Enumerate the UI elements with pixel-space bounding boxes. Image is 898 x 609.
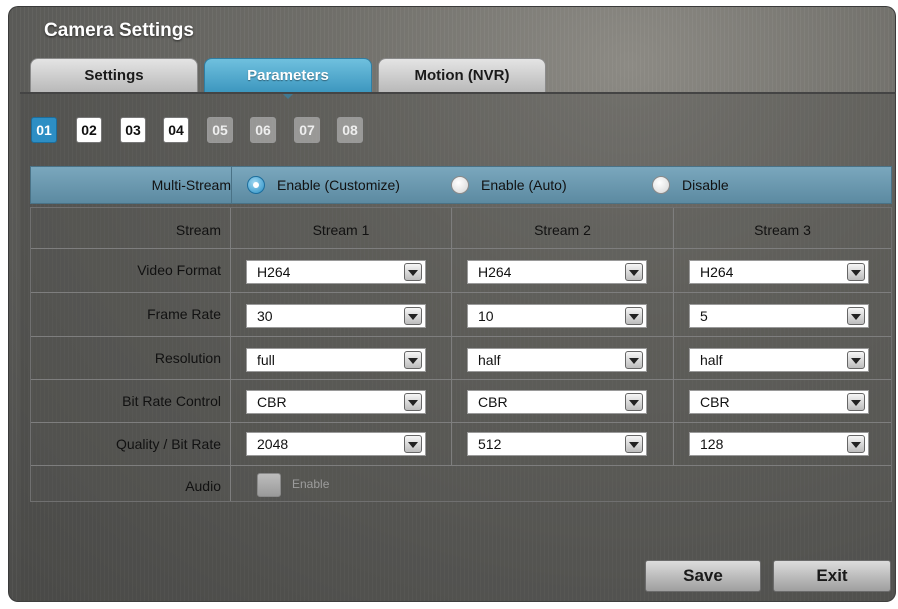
select-value: 30 [257, 308, 273, 324]
dropdown-arrow-icon[interactable] [625, 307, 643, 325]
dropdown-arrow-icon[interactable] [625, 351, 643, 369]
resolution-select-stream-1[interactable]: full [246, 348, 426, 372]
stream-header-label: Stream [175, 222, 221, 238]
audio-enable-label: Enable [292, 477, 330, 491]
dropdown-arrow-icon[interactable] [847, 307, 865, 325]
row-divider [31, 379, 891, 380]
dropdown-arrow-icon[interactable] [404, 307, 422, 325]
camera-button-02[interactable]: 02 [76, 117, 102, 143]
radio-enable-customize[interactable]: Enable (Customize) [247, 175, 400, 195]
stream-3-header: Stream 3 [754, 222, 811, 238]
dropdown-arrow-icon[interactable] [847, 435, 865, 453]
row-label-frame-rate: Frame Rate [147, 306, 221, 322]
camera-button-08[interactable]: 08 [337, 117, 363, 143]
stream-2-header: Stream 2 [534, 222, 591, 238]
multistream-row: Multi-Stream Enable (Customize) Enable (… [30, 166, 892, 204]
stream-1-header: Stream 1 [312, 222, 370, 238]
camera-button-07[interactable]: 07 [294, 117, 320, 143]
camera-button-03[interactable]: 03 [120, 117, 146, 143]
audio-enable-checkbox[interactable] [257, 473, 281, 497]
tab-motion-nvr[interactable]: Motion (NVR) [378, 58, 546, 92]
select-value: CBR [700, 394, 730, 410]
camera-button-05[interactable]: 05 [207, 117, 233, 143]
select-value: H264 [257, 264, 291, 280]
quality-bit-rate-select-stream-2[interactable]: 512 [467, 432, 647, 456]
quality-bit-rate-select-stream-1[interactable]: 2048 [246, 432, 426, 456]
row-label-quality-bit-rate: Quality / Bit Rate [115, 436, 221, 452]
bit-rate-control-select-stream-1[interactable]: CBR [246, 390, 426, 414]
dropdown-arrow-icon[interactable] [404, 351, 422, 369]
bit-rate-control-select-stream-3[interactable]: CBR [689, 390, 869, 414]
select-value: H264 [478, 264, 512, 280]
dropdown-arrow-icon[interactable] [847, 393, 865, 411]
select-value: 128 [700, 436, 724, 452]
frame-rate-select-stream-2[interactable]: 10 [467, 304, 647, 328]
dropdown-arrow-icon[interactable] [847, 263, 865, 281]
multistream-label: Multi-Stream [151, 177, 231, 193]
dropdown-arrow-icon[interactable] [404, 435, 422, 453]
video-format-select-stream-2[interactable]: H264 [467, 260, 647, 284]
row-label-video-format: Video Format [137, 262, 221, 278]
save-button[interactable]: Save [645, 560, 761, 592]
row-divider [31, 292, 891, 293]
select-value: H264 [700, 264, 734, 280]
frame-rate-select-stream-1[interactable]: 30 [246, 304, 426, 328]
select-value: 512 [478, 436, 502, 452]
select-value: CBR [478, 394, 508, 410]
row-divider [31, 336, 891, 337]
dropdown-arrow-icon[interactable] [404, 263, 422, 281]
select-value: full [257, 352, 275, 368]
resolution-select-stream-3[interactable]: half [689, 348, 869, 372]
select-value: half [478, 352, 501, 368]
video-format-select-stream-3[interactable]: H264 [689, 260, 869, 284]
bit-rate-control-select-stream-2[interactable]: CBR [467, 390, 647, 414]
frame-rate-select-stream-3[interactable]: 5 [689, 304, 869, 328]
radio-unchecked-icon[interactable] [451, 176, 469, 194]
dropdown-arrow-icon[interactable] [625, 263, 643, 281]
select-value: half [700, 352, 723, 368]
row-label-bit-rate-control: Bit Rate Control [122, 393, 221, 409]
radio-disable[interactable]: Disable [652, 175, 729, 195]
dropdown-arrow-icon[interactable] [847, 351, 865, 369]
row-divider [31, 422, 891, 423]
camera-button-01[interactable]: 01 [31, 117, 57, 143]
video-format-select-stream-1[interactable]: H264 [246, 260, 426, 284]
window-title: Camera Settings [44, 20, 194, 41]
tab-parameters[interactable]: Parameters [204, 58, 372, 99]
resolution-select-stream-2[interactable]: half [467, 348, 647, 372]
radio-enable-customize-label: Enable (Customize) [277, 177, 400, 193]
column-divider [230, 208, 231, 501]
radio-enable-auto-label: Enable (Auto) [481, 177, 567, 193]
row-label-audio: Audio [185, 478, 221, 494]
dropdown-arrow-icon[interactable] [625, 393, 643, 411]
select-value: 10 [478, 308, 494, 324]
select-value: 2048 [257, 436, 289, 452]
radio-disable-label: Disable [682, 177, 729, 193]
radio-enable-auto[interactable]: Enable (Auto) [451, 175, 567, 195]
camera-button-06[interactable]: 06 [250, 117, 276, 143]
radio-checked-icon[interactable] [247, 176, 265, 194]
dropdown-arrow-icon[interactable] [625, 435, 643, 453]
camera-button-04[interactable]: 04 [163, 117, 189, 143]
multistream-divider [231, 167, 232, 203]
row-label-resolution: Resolution [154, 350, 221, 366]
radio-unchecked-icon[interactable] [652, 176, 670, 194]
select-value: CBR [257, 394, 287, 410]
tab-settings[interactable]: Settings [30, 58, 198, 92]
dropdown-arrow-icon[interactable] [404, 393, 422, 411]
select-value: 5 [700, 308, 708, 324]
exit-button[interactable]: Exit [773, 560, 891, 592]
quality-bit-rate-select-stream-3[interactable]: 128 [689, 432, 869, 456]
